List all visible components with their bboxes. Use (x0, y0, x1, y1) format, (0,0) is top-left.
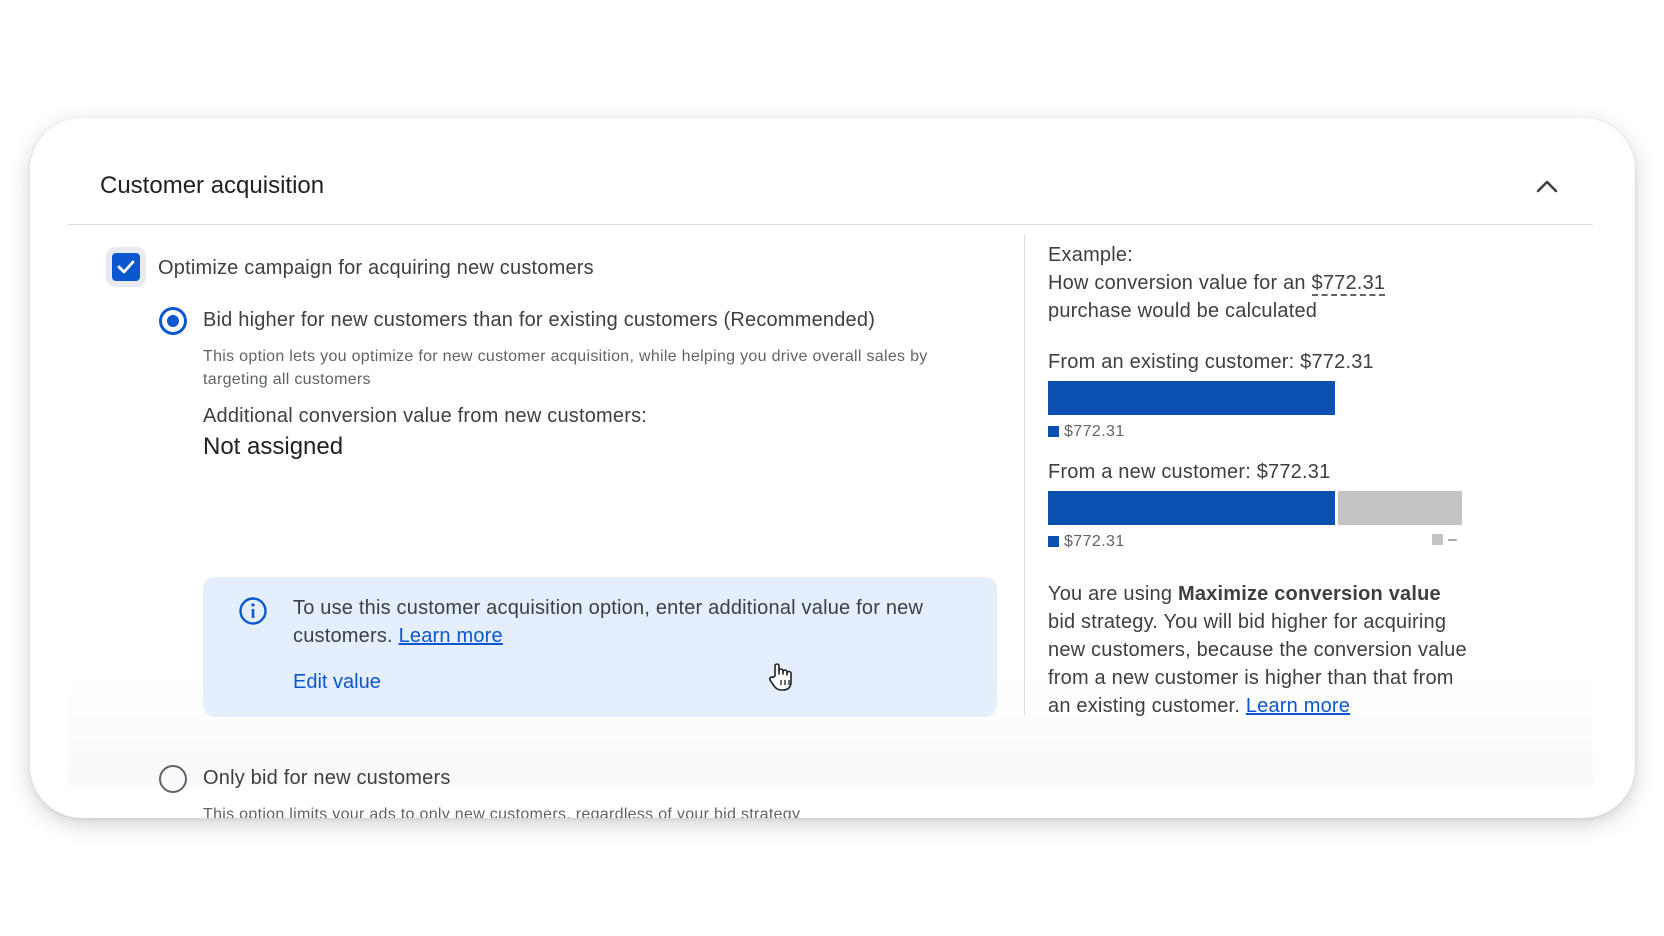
example-amount[interactable]: $772.31 (1311, 272, 1386, 296)
edit-value-button[interactable]: Edit value (293, 671, 381, 694)
blue-swatch-icon (1048, 536, 1059, 547)
example-line2: purchase would be calculated (1048, 300, 1318, 322)
explanation-prefix: You are using (1048, 583, 1178, 605)
radio-bid-higher-label: Bid higher for new customers than for ex… (203, 309, 876, 331)
bid-higher-description-line2: targeting all customers (203, 371, 371, 388)
additional-value: Not assigned (203, 433, 344, 460)
radio-only-new-label: Only bid for new customers (203, 767, 451, 789)
new-customer-label: From a new customer: $772.31 (1048, 461, 1331, 483)
only-new-description: This option limits your ads to only new … (203, 806, 801, 818)
example-heading: Example: (1048, 244, 1133, 266)
column-divider (1024, 235, 1025, 715)
learn-more-link[interactable]: Learn more (399, 625, 503, 647)
info-icon (239, 597, 267, 625)
strategy-explanation: You are using Maximize conversion value … (1048, 580, 1468, 720)
bid-higher-description-line1: This option lets you optimize for new cu… (203, 348, 928, 365)
example-line1: How conversion value for an $772.31 (1048, 269, 1386, 297)
additional-legend-value: – (1448, 531, 1458, 548)
info-message: To use this customer acquisition option,… (293, 597, 924, 647)
new-customer-legend: $772.31 (1048, 533, 1125, 551)
additional-value-label: Additional conversion value from new cus… (203, 405, 648, 427)
explanation-learn-more-link[interactable]: Learn more (1246, 695, 1350, 717)
section-title: Customer acquisition (100, 172, 325, 199)
strategy-name: Maximize conversion value (1177, 583, 1441, 605)
optimize-checkbox-label: Optimize campaign for acquiring new cust… (158, 257, 594, 279)
grey-swatch-icon (1432, 534, 1443, 545)
new-customer-bar-additional (1338, 491, 1462, 525)
example-line1-prefix: How conversion value for an (1048, 272, 1312, 294)
info-banner: To use this customer acquisition option,… (203, 577, 997, 717)
existing-customer-bar (1048, 381, 1335, 415)
section-body: Optimize campaign for acquiring new cust… (68, 225, 1593, 818)
info-text: To use this customer acquisition option,… (293, 594, 953, 650)
new-legend-value: $772.31 (1064, 533, 1125, 550)
check-icon (117, 260, 135, 274)
additional-legend: – (1432, 531, 1457, 549)
blue-swatch-icon (1048, 426, 1059, 437)
existing-legend-value: $772.31 (1064, 423, 1125, 440)
radio-bid-higher[interactable] (159, 307, 187, 335)
example-panel: Example: How conversion value for an $77… (1048, 225, 1498, 785)
new-customer-bar-base (1048, 491, 1335, 525)
customer-acquisition-card: Customer acquisition Optimize campaign f… (30, 118, 1635, 818)
existing-customer-label: From an existing customer: $772.31 (1048, 351, 1374, 373)
section-header[interactable]: Customer acquisition (68, 118, 1593, 225)
optimize-checkbox[interactable] (112, 253, 140, 281)
radio-only-new[interactable] (159, 765, 187, 793)
existing-customer-legend: $772.31 (1048, 423, 1125, 441)
bid-higher-description: This option lets you optimize for new cu… (203, 345, 928, 391)
hand-cursor-icon (768, 663, 792, 691)
chevron-up-icon[interactable] (1531, 170, 1563, 202)
